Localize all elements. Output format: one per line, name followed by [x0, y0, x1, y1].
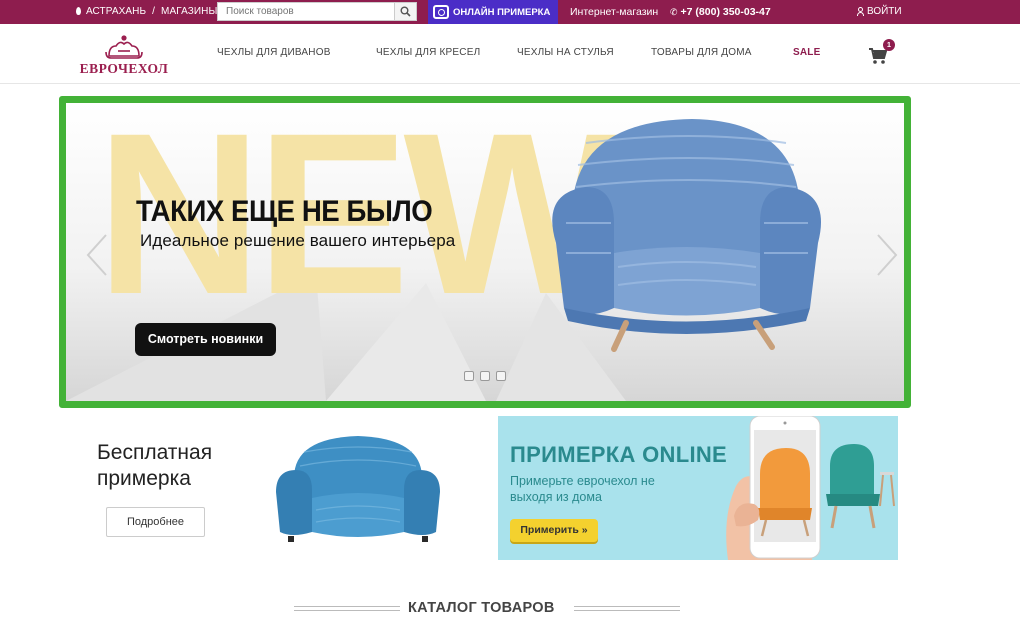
catalog-title: КАТАЛОГ ТОВАРОВ: [408, 600, 555, 616]
shop-label: Интернет-магазин: [570, 6, 659, 18]
hero-title: ТАКИХ ЕЩЕ НЕ БЫЛО: [136, 195, 433, 228]
sofa-image: [276, 436, 440, 542]
hero-background-art: NEW: [66, 103, 822, 401]
location-pin-icon: [76, 6, 81, 15]
phone-link[interactable]: ✆ +7 (800) 350-03-47: [670, 6, 771, 18]
search-button[interactable]: [394, 3, 416, 20]
online-fitting-promo-subtitle: Примерьте еврочехол не выходя из дома: [510, 474, 655, 504]
user-icon: [857, 7, 864, 16]
view-new-button[interactable]: Смотреть новинки: [135, 323, 276, 356]
location-selector[interactable]: АСТРАХАНЬ / МАГАЗИНЫ: [76, 6, 217, 17]
catalog-heading: КАТАЛОГ ТОВАРОВ: [294, 598, 680, 618]
logo[interactable]: ЕВРОЧЕХОЛ: [76, 34, 172, 78]
crown-sofa-logo-icon: [105, 35, 143, 59]
nav-sale[interactable]: SALE: [793, 47, 820, 58]
try-on-button[interactable]: Примерить »: [510, 519, 598, 542]
catalog-divider-left: [294, 606, 400, 611]
main-header: ЕВРОЧЕХОЛ ЧЕХЛЫ ДЛЯ ДИВАНОВ ЧЕХЛЫ ДЛЯ КР…: [0, 24, 1020, 84]
slider-dot-2[interactable]: [480, 371, 490, 381]
search-box: [217, 2, 417, 21]
nav-armchair-covers[interactable]: ЧЕХЛЫ ДЛЯ КРЕСЕЛ: [376, 47, 480, 58]
top-bar: АСТРАХАНЬ / МАГАЗИНЫ ОНЛАЙН ПРИМЕРКА Инт…: [0, 0, 1020, 24]
location-separator: /: [152, 6, 156, 17]
free-fitting-title: Бесплатная примерка: [97, 441, 213, 490]
city-link[interactable]: АСТРАХАНЬ: [86, 6, 146, 17]
online-fitting-button[interactable]: ОНЛАЙН ПРИМЕРКА: [428, 0, 558, 24]
phone-number: +7 (800) 350-03-47: [680, 6, 771, 18]
online-fitting-promo-title: ПРИМЕРКА ONLINE: [510, 442, 728, 467]
online-fitting-label: ОНЛАЙН ПРИМЕРКА: [453, 6, 551, 18]
catalog-divider-right: [574, 606, 680, 611]
login-label: ВОЙТИ: [867, 6, 902, 17]
phone-icon: ✆: [670, 6, 678, 17]
login-link[interactable]: ВОЙТИ: [857, 6, 902, 17]
hero-subtitle: Идеальное решение вашего интерьера: [140, 231, 456, 250]
nav-sofa-covers[interactable]: ЧЕХЛЫ ДЛЯ ДИВАНОВ: [217, 47, 331, 58]
cart-count-badge: 1: [883, 39, 895, 51]
slider-dot-3[interactable]: [496, 371, 506, 381]
search-icon: [400, 6, 411, 17]
camera-icon: [433, 5, 449, 19]
cart-button[interactable]: 1: [868, 39, 896, 66]
free-fitting-promo: Бесплатная примерка Подробнее: [62, 418, 462, 560]
more-details-button[interactable]: Подробнее: [106, 507, 205, 537]
stores-link[interactable]: МАГАЗИНЫ: [161, 6, 217, 17]
nav-home-goods[interactable]: ТОВАРЫ ДЛЯ ДОМА: [651, 47, 752, 58]
armchair-illustration: [552, 119, 822, 352]
slider-dot-1[interactable]: [464, 371, 474, 381]
logo-text: ЕВРОЧЕХОЛ: [79, 61, 169, 76]
search-input[interactable]: [218, 3, 394, 20]
online-fitting-promo[interactable]: ПРИМЕРКА ONLINE Примерьте еврочехол не в…: [498, 416, 898, 560]
slider-next-arrow-icon[interactable]: [872, 231, 902, 279]
phone-armchair-illustration: [726, 416, 895, 560]
slider-prev-arrow-icon[interactable]: [82, 231, 112, 279]
slider-pagination: [464, 371, 506, 381]
hero-banner[interactable]: NEW ТАКИХ ЕЩЕ НЕ БЫЛО Идеальное решение …: [59, 96, 911, 408]
nav-chair-covers[interactable]: ЧЕХЛЫ НА СТУЛЬЯ: [517, 47, 614, 58]
hero-slide: NEW ТАКИХ ЕЩЕ НЕ БЫЛО Идеальное решение …: [66, 103, 904, 401]
